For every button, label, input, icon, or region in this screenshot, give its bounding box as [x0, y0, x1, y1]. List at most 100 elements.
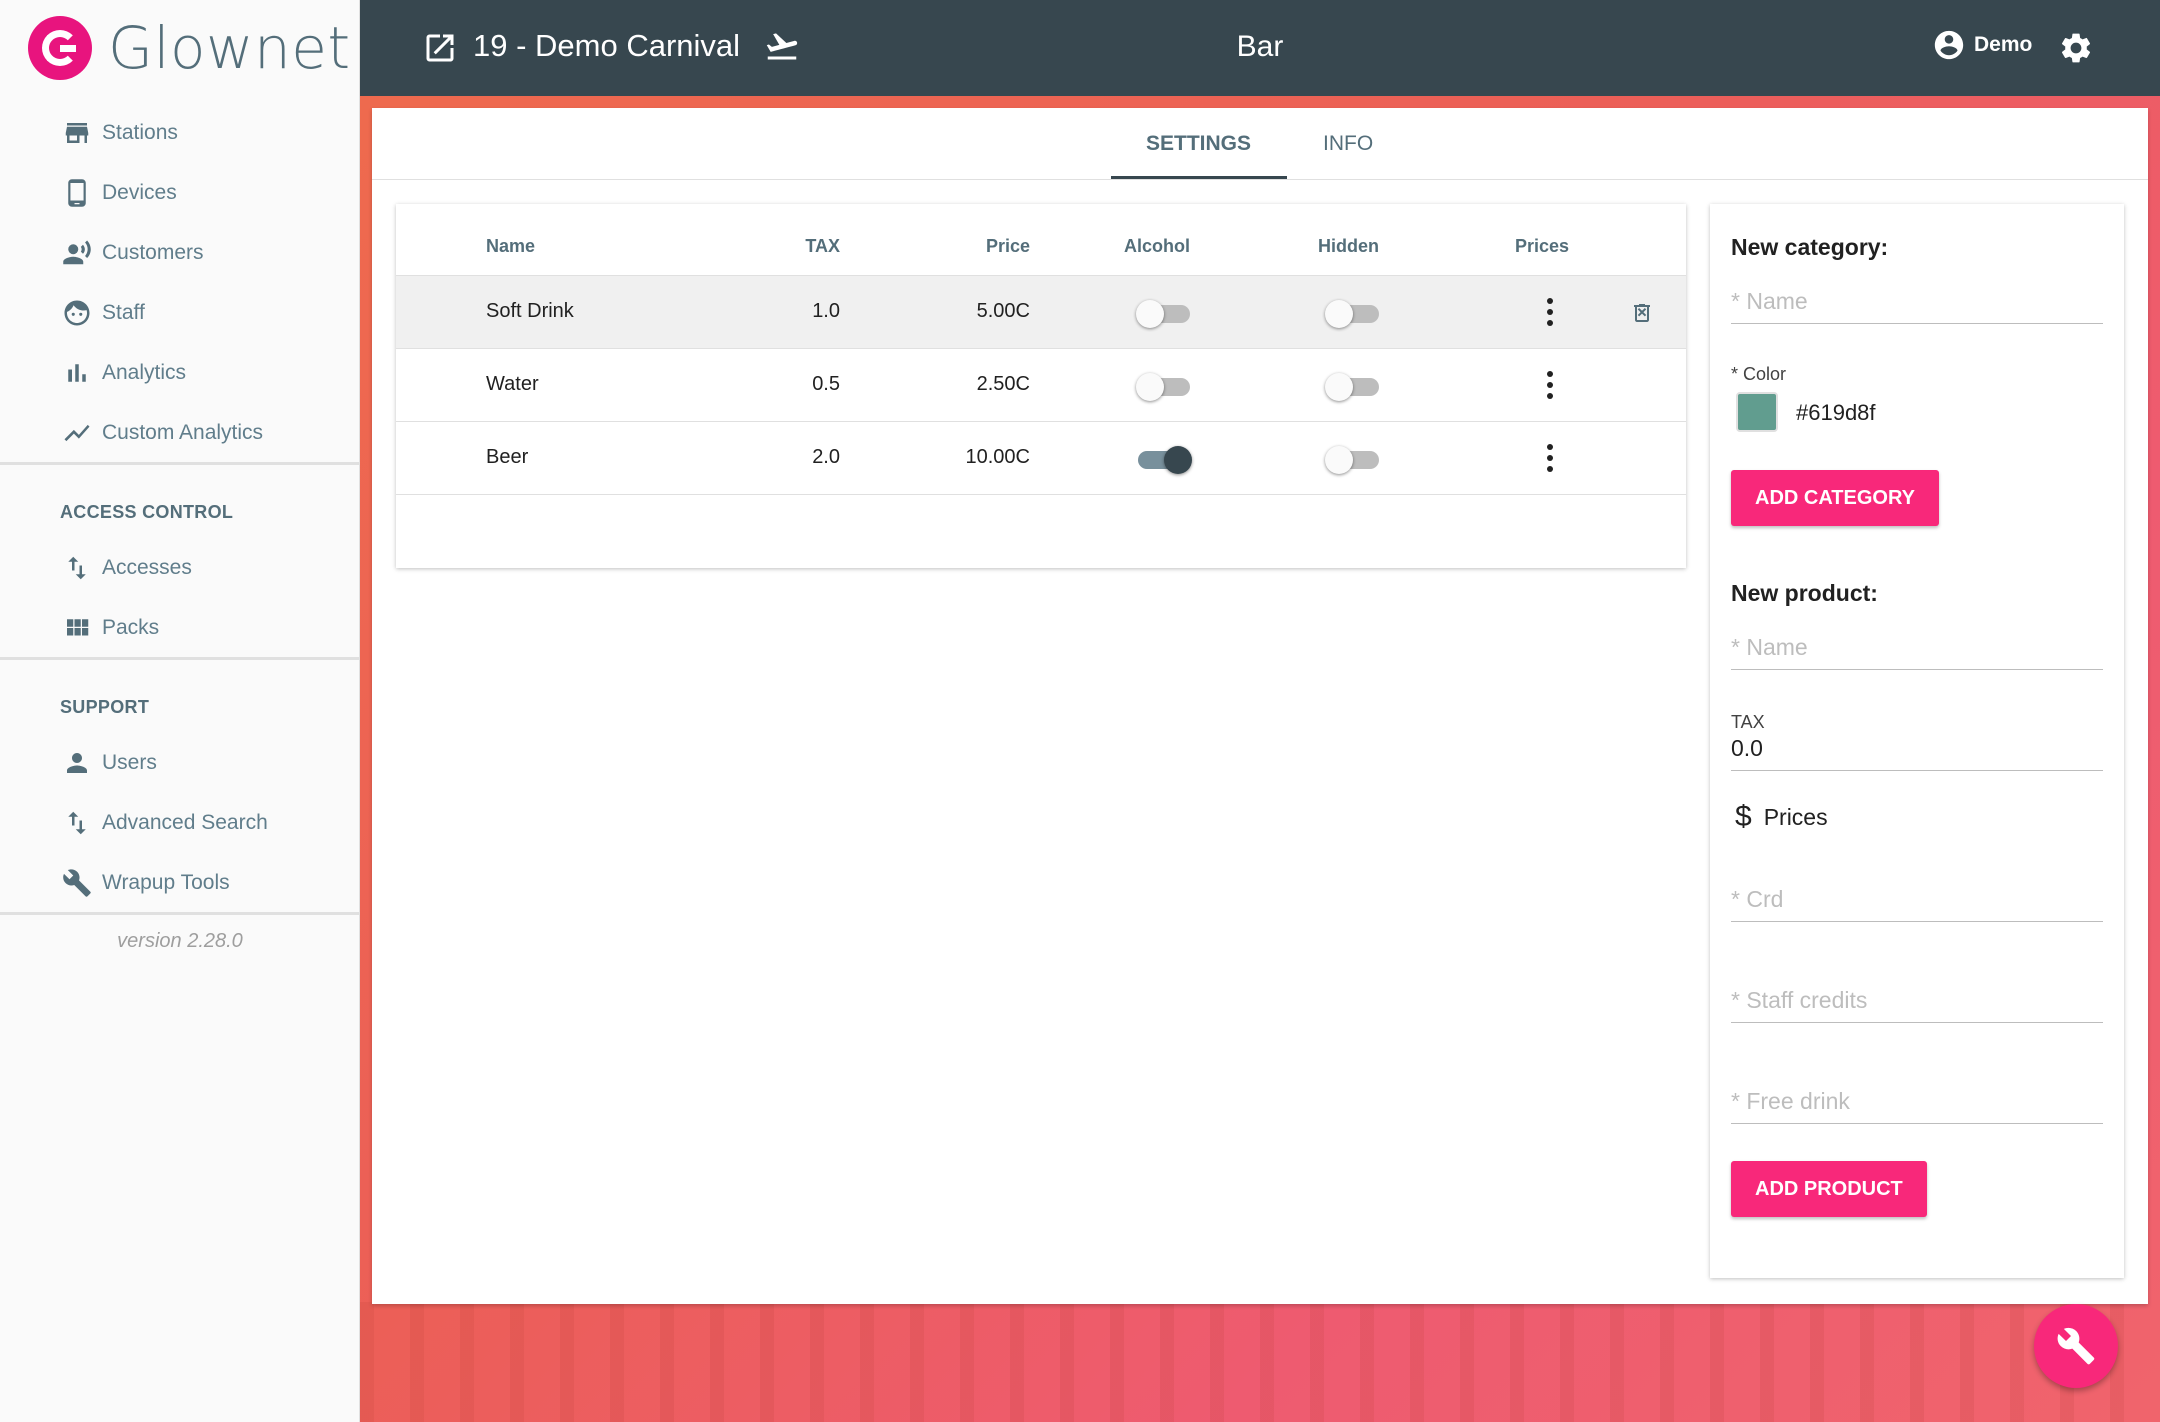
divider — [0, 912, 360, 915]
gear-icon[interactable] — [2058, 30, 2094, 66]
customers-icon — [60, 236, 94, 270]
divider — [0, 462, 360, 465]
crd-input[interactable] — [1731, 882, 2103, 921]
products-table: Name TAX Price Alcohol Hidden Prices Sof… — [396, 204, 1686, 568]
table-row[interactable]: Water 0.5 2.50C — [396, 348, 1686, 421]
product-name-field — [1731, 630, 2103, 670]
section-heading-support: SUPPORT — [60, 697, 150, 717]
sidebar-item-label: Devices — [102, 181, 177, 204]
new-item-form: New category: * Color #619d8f ADD CATEGO… — [1710, 204, 2124, 1278]
sidebar-item-wrapup-tools[interactable]: Wrapup Tools — [60, 858, 230, 908]
category-name-field — [1731, 284, 2103, 324]
user-menu[interactable]: Demo — [1932, 28, 2032, 62]
sidebar-item-label: Analytics — [102, 361, 187, 384]
tab-settings[interactable]: SETTINGS — [1146, 132, 1251, 156]
product-name-input[interactable] — [1731, 630, 2103, 669]
person-icon — [60, 746, 94, 780]
free-drink-input[interactable] — [1731, 1084, 2103, 1123]
product-price: 2.50C — [976, 373, 1030, 395]
sidebar: Glownet Stations Devices Customers Staff… — [0, 0, 360, 1422]
wrench-icon — [2057, 1327, 2095, 1365]
alcohol-toggle[interactable] — [1136, 300, 1192, 328]
product-tax: 0.5 — [812, 373, 840, 395]
hidden-toggle[interactable] — [1325, 446, 1381, 474]
app-name: Glownet — [108, 14, 351, 82]
glownet-logo-icon — [28, 16, 92, 80]
sidebar-item-label: Staff — [102, 301, 145, 324]
trending-icon — [60, 416, 94, 450]
hidden-toggle[interactable] — [1325, 300, 1381, 328]
sidebar-item-advanced-search[interactable]: Advanced Search — [60, 798, 268, 848]
swap-vert-icon — [60, 551, 94, 585]
sidebar-item-accesses[interactable]: Accesses — [60, 543, 192, 593]
phone-icon — [60, 176, 94, 210]
grid-icon — [60, 611, 94, 645]
sidebar-item-label: Users — [102, 751, 157, 774]
account-circle-icon — [1934, 30, 1964, 60]
tax-field — [1731, 731, 2103, 771]
delete-icon[interactable] — [1630, 300, 1654, 326]
category-name-input[interactable] — [1731, 284, 2103, 323]
sidebar-item-staff[interactable]: Staff — [60, 288, 145, 338]
sidebar-item-packs[interactable]: Packs — [60, 603, 159, 653]
sidebar-item-label: Custom Analytics — [102, 421, 264, 444]
bar-chart-icon — [60, 356, 94, 390]
page-title: Bar — [1236, 30, 1284, 63]
sidebar-item-custom-analytics[interactable]: Custom Analytics — [60, 408, 263, 458]
logo[interactable]: Glownet — [28, 14, 351, 82]
hidden-toggle[interactable] — [1325, 373, 1381, 401]
user-name: Demo — [1974, 33, 2033, 56]
store-icon — [60, 116, 94, 150]
face-icon — [60, 296, 94, 330]
alcohol-toggle[interactable] — [1136, 373, 1192, 401]
main-card: SETTINGS INFO Name TAX Price Alcohol Hid… — [372, 108, 2148, 1304]
tab-info[interactable]: INFO — [1323, 132, 1373, 156]
table-row[interactable]: Beer 2.0 10.00C — [396, 421, 1686, 494]
column-header-tax: TAX — [805, 236, 840, 256]
add-category-button[interactable]: ADD CATEGORY — [1731, 470, 1939, 526]
sidebar-item-label: Stations — [102, 121, 178, 144]
more-vert-icon[interactable] — [1546, 444, 1554, 474]
section-heading-access-control: ACCESS CONTROL — [60, 502, 234, 522]
alcohol-toggle[interactable] — [1136, 446, 1192, 474]
topbar: 19 - Demo Carnival Bar Demo — [360, 0, 2160, 96]
sidebar-item-stations[interactable]: Stations — [60, 108, 178, 158]
more-vert-icon[interactable] — [1546, 298, 1554, 328]
column-header-prices: Prices — [1515, 236, 1570, 256]
sidebar-item-users[interactable]: Users — [60, 738, 157, 788]
prices-heading: $ Prices — [1731, 800, 1828, 834]
tax-input[interactable] — [1731, 731, 2103, 770]
product-name: Soft Drink — [486, 300, 574, 322]
product-price: 10.00C — [965, 446, 1031, 468]
color-swatch[interactable] — [1736, 392, 1778, 432]
sidebar-item-customers[interactable]: Customers — [60, 228, 204, 278]
new-category-heading: New category: — [1731, 234, 1889, 260]
free-drink-field — [1731, 1084, 2103, 1124]
sidebar-item-label: Packs — [102, 616, 160, 639]
tax-label: TAX — [1731, 712, 1765, 732]
color-label: * Color — [1731, 364, 1787, 384]
sidebar-item-analytics[interactable]: Analytics — [60, 348, 186, 398]
sidebar-item-label: Customers — [102, 241, 204, 264]
column-header-hidden: Hidden — [1318, 236, 1379, 256]
tab-bar: SETTINGS INFO — [372, 108, 2148, 180]
swap-vert-icon — [60, 806, 94, 840]
table-footer — [396, 494, 1686, 568]
column-header-alcohol: Alcohol — [1124, 236, 1190, 256]
product-price: 5.00C — [976, 300, 1030, 322]
add-product-button[interactable]: ADD PRODUCT — [1731, 1161, 1927, 1217]
prices-heading-label: Prices — [1763, 803, 1828, 830]
product-tax: 2.0 — [812, 446, 840, 468]
crd-field — [1731, 882, 2103, 922]
tools-fab-button[interactable] — [2034, 1304, 2118, 1388]
sidebar-item-label: Advanced Search — [102, 811, 268, 834]
staff-credits-input[interactable] — [1731, 983, 2103, 1022]
color-value: #619d8f — [1796, 400, 1876, 425]
sidebar-item-devices[interactable]: Devices — [60, 168, 177, 218]
table-row[interactable]: Soft Drink 1.0 5.00C — [396, 275, 1686, 348]
product-tax: 1.0 — [812, 300, 840, 322]
product-name: Water — [486, 373, 539, 395]
sidebar-item-label: Accesses — [102, 556, 192, 579]
more-vert-icon[interactable] — [1546, 371, 1554, 401]
new-product-heading: New product: — [1731, 580, 1878, 606]
